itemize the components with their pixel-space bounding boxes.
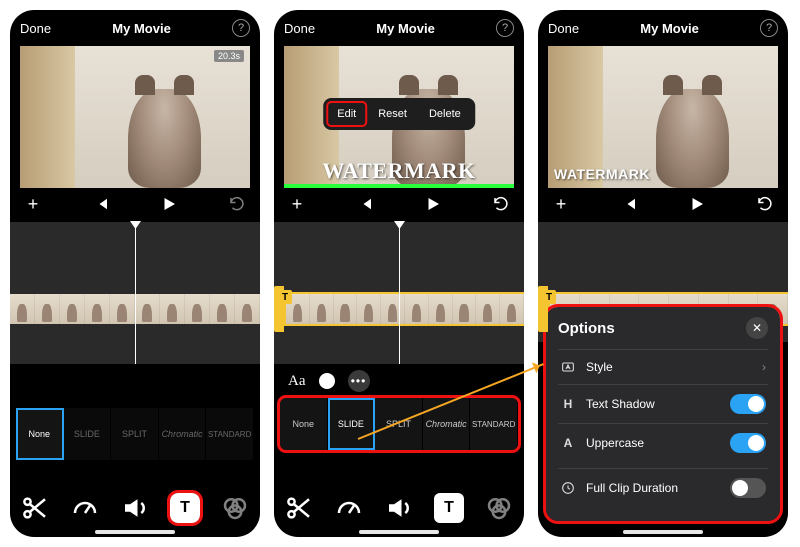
duration-badge: 20.3s xyxy=(214,50,244,62)
transport-bar: + xyxy=(538,188,788,220)
text-style-standard[interactable]: STANDARD xyxy=(470,398,518,450)
playhead[interactable] xyxy=(135,222,136,364)
undo-button[interactable] xyxy=(492,195,510,213)
toggle-text-shadow[interactable] xyxy=(730,394,766,414)
clip-strip[interactable] xyxy=(286,294,524,324)
title-range-bar xyxy=(284,184,514,188)
undo-button[interactable] xyxy=(756,195,774,213)
text-style-none[interactable]: None xyxy=(280,398,328,450)
project-title: My Movie xyxy=(640,21,699,36)
ctx-delete[interactable]: Delete xyxy=(419,102,471,126)
play-button[interactable] xyxy=(160,195,178,213)
panel-title: Options xyxy=(558,320,615,337)
volume-icon[interactable] xyxy=(384,493,414,523)
done-button[interactable]: Done xyxy=(548,21,579,36)
help-button[interactable]: ? xyxy=(496,19,514,37)
text-tool-row: Aa ••• xyxy=(274,364,524,398)
phone-screen-2: Done My Movie ? Edit Reset Delete WATERM… xyxy=(274,10,524,537)
skip-back-button[interactable] xyxy=(356,195,374,213)
text-options-button[interactable]: ••• xyxy=(348,370,370,392)
editor-header: Done My Movie ? xyxy=(274,10,524,46)
text-color-picker[interactable] xyxy=(316,370,338,392)
text-styles-row: None SLIDE SPLIT Chromatic STANDARD xyxy=(280,398,518,450)
ctx-edit[interactable]: Edit xyxy=(327,102,366,126)
ctx-reset[interactable]: Reset xyxy=(368,102,417,126)
text-style-split[interactable]: SPLIT xyxy=(375,398,423,450)
chevron-right-icon: › xyxy=(762,360,766,374)
option-label: Text Shadow xyxy=(586,397,655,411)
skip-back-button[interactable] xyxy=(92,195,110,213)
timeline[interactable] xyxy=(10,222,260,364)
text-styles-row: None SLIDE SPLIT Chromatic STANDARD xyxy=(16,408,254,460)
title-chip[interactable]: T xyxy=(542,290,556,304)
undo-button[interactable] xyxy=(228,195,246,213)
play-button[interactable] xyxy=(688,195,706,213)
bottom-toolbar: T xyxy=(10,489,260,527)
option-uppercase[interactable]: A Uppercase xyxy=(558,423,768,462)
toggle-uppercase[interactable] xyxy=(730,433,766,453)
scissors-icon[interactable] xyxy=(20,493,50,523)
toggle-full-clip-duration[interactable] xyxy=(730,478,766,498)
bottom-toolbar: T xyxy=(274,489,524,527)
transport-bar: + xyxy=(274,188,524,220)
project-title: My Movie xyxy=(112,21,171,36)
text-style-slide[interactable]: SLIDE xyxy=(64,408,112,460)
transport-bar: + xyxy=(10,188,260,220)
option-full-clip-duration[interactable]: Full Clip Duration xyxy=(558,468,768,507)
done-button[interactable]: Done xyxy=(20,21,51,36)
add-media-button[interactable]: + xyxy=(24,195,42,213)
title-chip[interactable]: T xyxy=(278,290,292,304)
project-title: My Movie xyxy=(376,21,435,36)
video-preview[interactable]: WATERMARK xyxy=(548,46,778,188)
font-button[interactable]: Aa xyxy=(288,373,306,390)
shadow-icon: H xyxy=(560,396,576,412)
playhead[interactable] xyxy=(399,222,400,364)
phone-screen-3: Done My Movie ? WATERMARK + T Options ✕ xyxy=(538,10,788,537)
skip-back-button[interactable] xyxy=(620,195,638,213)
option-label: Style xyxy=(586,360,613,374)
text-style-standard[interactable]: STANDARD xyxy=(206,408,254,460)
volume-icon[interactable] xyxy=(120,493,150,523)
uppercase-icon: A xyxy=(560,435,576,451)
watermark-overlay[interactable]: WATERMARK xyxy=(554,166,650,182)
add-media-button[interactable]: + xyxy=(552,195,570,213)
text-style-none[interactable]: None xyxy=(16,408,64,460)
help-button[interactable]: ? xyxy=(760,19,778,37)
timeline[interactable]: T xyxy=(274,222,524,364)
option-text-shadow[interactable]: H Text Shadow xyxy=(558,384,768,423)
video-preview[interactable]: Edit Reset Delete WATERMARK xyxy=(284,46,514,188)
close-panel-button[interactable]: ✕ xyxy=(746,317,768,339)
play-button[interactable] xyxy=(424,195,442,213)
home-indicator xyxy=(623,530,703,534)
watermark-overlay[interactable]: WATERMARK xyxy=(322,158,475,184)
option-label: Full Clip Duration xyxy=(586,481,678,495)
option-style[interactable]: Style › xyxy=(558,349,768,384)
text-style-split[interactable]: SPLIT xyxy=(111,408,159,460)
text-style-icon xyxy=(560,359,576,375)
filters-icon[interactable] xyxy=(220,493,250,523)
filters-icon[interactable] xyxy=(484,493,514,523)
text-style-slide[interactable]: SLIDE xyxy=(328,398,376,450)
speedometer-icon[interactable] xyxy=(70,493,100,523)
editor-header: Done My Movie ? xyxy=(10,10,260,46)
add-media-button[interactable]: + xyxy=(288,195,306,213)
option-label: Uppercase xyxy=(586,436,644,450)
text-style-chromatic[interactable]: Chromatic xyxy=(159,408,207,460)
text-style-chromatic[interactable]: Chromatic xyxy=(423,398,471,450)
text-tool-button[interactable]: T xyxy=(434,493,464,523)
scissors-icon[interactable] xyxy=(284,493,314,523)
clock-icon xyxy=(560,480,576,496)
text-tool-button[interactable]: T xyxy=(170,493,200,523)
editor-header: Done My Movie ? xyxy=(538,10,788,46)
text-options-panel: Options ✕ Style › H Text Shadow A Uppercas… xyxy=(546,307,780,521)
phone-screen-1: Done My Movie ? 20.3s + None SLIDE SPLIT… xyxy=(10,10,260,537)
home-indicator xyxy=(95,530,175,534)
speedometer-icon[interactable] xyxy=(334,493,364,523)
done-button[interactable]: Done xyxy=(284,21,315,36)
video-preview[interactable]: 20.3s xyxy=(20,46,250,188)
help-button[interactable]: ? xyxy=(232,19,250,37)
text-context-menu: Edit Reset Delete xyxy=(323,98,475,130)
home-indicator xyxy=(359,530,439,534)
